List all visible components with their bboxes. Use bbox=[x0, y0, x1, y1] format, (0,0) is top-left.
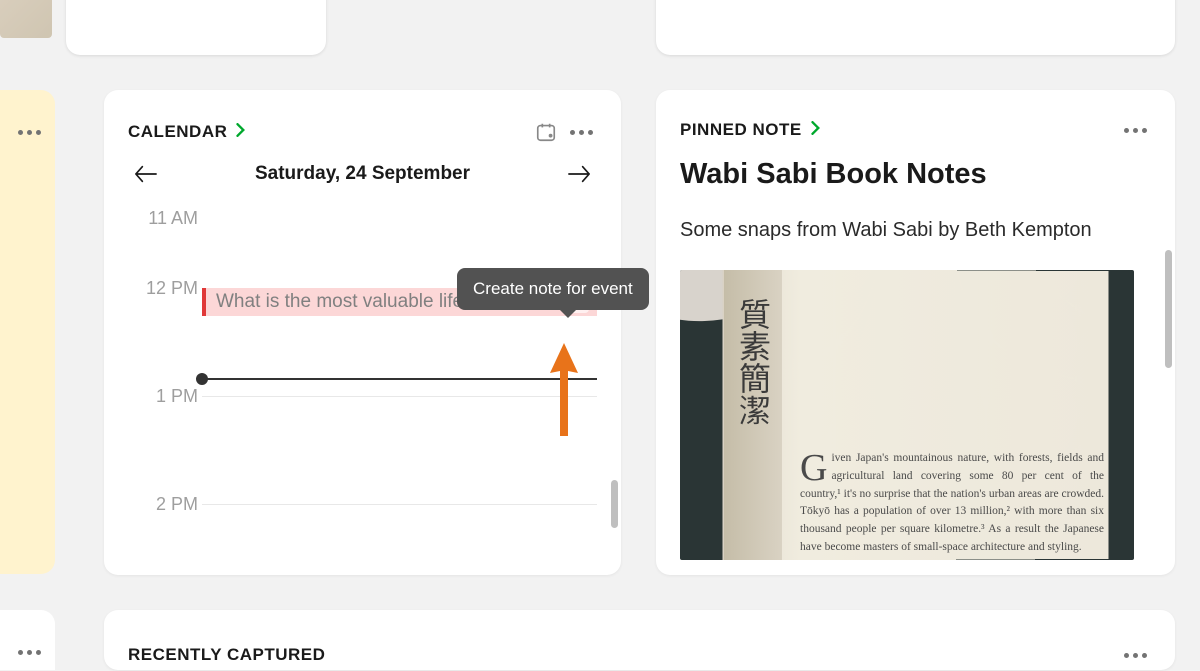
note-title: Wabi Sabi Book Notes bbox=[680, 158, 1151, 191]
note-image[interactable]: 質素簡潔 Given Japan's mountainous nature, w… bbox=[680, 270, 1134, 560]
chevron-right-icon[interactable] bbox=[235, 123, 247, 142]
date-label: Saturday, 24 September bbox=[255, 163, 470, 185]
top-widget-card-right bbox=[656, 0, 1175, 55]
prev-day-button[interactable] bbox=[134, 162, 158, 186]
calendar-widget: CALENDAR Saturday, 24 September 11 AM bbox=[104, 90, 621, 575]
note-subtitle: Some snaps from Wabi Sabi by Beth Kempto… bbox=[680, 219, 1151, 242]
hour-label: 2 PM bbox=[140, 494, 198, 515]
yellow-sticky-widget bbox=[0, 90, 55, 574]
pinned-title[interactable]: PINNED NOTE bbox=[680, 120, 802, 140]
pinned-note-widget: PINNED NOTE Wabi Sabi Book Notes Some sn… bbox=[656, 90, 1175, 575]
book-excerpt: Given Japan's mountainous nature, with f… bbox=[800, 450, 1104, 557]
recently-captured-widget: RECENTLY CAPTURED bbox=[104, 610, 1175, 670]
book-kanji: 質素簡潔 bbox=[730, 298, 776, 426]
scrollbar[interactable] bbox=[611, 480, 618, 528]
top-widget-card bbox=[66, 0, 326, 55]
current-time-indicator bbox=[202, 378, 597, 380]
more-icon[interactable] bbox=[18, 650, 41, 655]
hour-label: 1 PM bbox=[140, 386, 198, 407]
hour-divider bbox=[202, 504, 597, 505]
calendar-title[interactable]: CALENDAR bbox=[128, 122, 227, 142]
tooltip: Create note for event bbox=[457, 268, 649, 310]
bottom-left-widget bbox=[0, 610, 55, 670]
top-sticky-thumb bbox=[0, 0, 52, 38]
chevron-right-icon[interactable] bbox=[810, 121, 822, 140]
recent-title[interactable]: RECENTLY CAPTURED bbox=[128, 645, 325, 665]
more-icon[interactable] bbox=[1120, 128, 1151, 133]
hour-label: 12 PM bbox=[140, 278, 198, 299]
scrollbar[interactable] bbox=[1165, 250, 1172, 368]
more-icon[interactable] bbox=[566, 130, 597, 135]
calendar-icon[interactable] bbox=[534, 120, 558, 144]
next-day-button[interactable] bbox=[567, 162, 591, 186]
more-icon[interactable] bbox=[1120, 653, 1151, 658]
more-icon[interactable] bbox=[18, 130, 41, 135]
hour-label: 11 AM bbox=[140, 208, 198, 229]
hour-divider bbox=[202, 396, 597, 397]
